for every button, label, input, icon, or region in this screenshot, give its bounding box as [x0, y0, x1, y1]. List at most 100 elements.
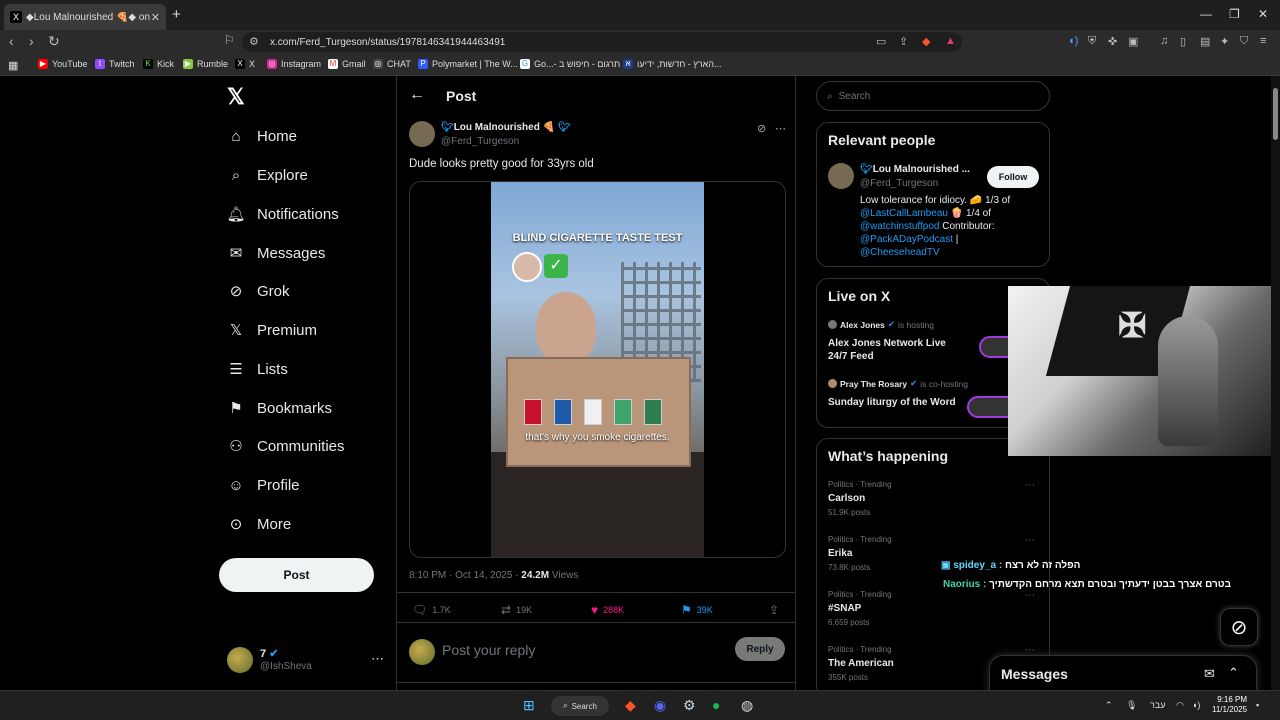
taskbar-clock[interactable]: 9:16 PM 11/1/2025	[1212, 695, 1247, 715]
nav-home[interactable]: ⌂ Home	[227, 127, 297, 145]
restore-icon[interactable]: ❐	[1229, 7, 1240, 21]
trend-name[interactable]: The American	[828, 658, 894, 669]
bookmark-chat[interactable]: ◎ CHAT	[373, 59, 411, 69]
back-arrow-icon[interactable]: ←	[409, 86, 425, 104]
reply-action[interactable]: 🗨︎ 1.7K	[412, 603, 451, 617]
live-title[interactable]: Alex Jones Network Live 24/7 Feed	[828, 337, 968, 363]
more-dots-icon[interactable]: ⋯	[371, 651, 384, 667]
menu-icon[interactable]: ≡	[1260, 35, 1266, 47]
bookmark-action[interactable]: ⚑ 39K	[681, 603, 713, 617]
live-title[interactable]: Sunday liturgy of the Word	[828, 396, 968, 409]
browser-tab[interactable]: X ◆Lou Malnourished 🍕◆ on ✕	[4, 4, 166, 30]
mention-link[interactable]: @watchinstuffpod	[860, 221, 939, 232]
bookmark-google-translate[interactable]: G Go...- תרגום - חיפוש ב	[520, 59, 620, 69]
bookmark-kick[interactable]: K Kick	[143, 59, 174, 69]
mention-link[interactable]: @LastCallLambeau	[860, 208, 948, 219]
post-video[interactable]: BLIND CIGARETTE TASTE TEST ✓ that's why …	[409, 181, 786, 558]
trend-name[interactable]: Carlson	[828, 493, 865, 504]
media-icon[interactable]: ♫	[1160, 35, 1168, 47]
wifi-icon[interactable]: ◠	[1176, 700, 1184, 711]
repost-action[interactable]: ⇄ 19K	[501, 603, 532, 617]
minimize-icon[interactable]: —	[1200, 7, 1212, 21]
spotify-icon[interactable]: ●	[712, 697, 720, 713]
brave-rewards-icon[interactable]: ▲	[945, 35, 956, 47]
url-field[interactable]: x.com/Ferd_Turgeson/status/1978146341944…	[242, 32, 962, 52]
mention-link[interactable]: @CheeseheadTV	[860, 247, 940, 258]
reply-button[interactable]: Reply	[735, 637, 785, 661]
audio-icon[interactable]: ◖)	[1068, 35, 1078, 47]
trend-name[interactable]: #SNAP	[828, 603, 861, 614]
bookmark-gmail[interactable]: M Gmail	[328, 59, 366, 69]
bookmark-instagram[interactable]: ◎ Instagram	[267, 59, 321, 69]
avatar[interactable]	[828, 163, 854, 189]
nav-grok[interactable]: ⊘ Grok	[227, 282, 290, 301]
bookmark-youtube[interactable]: ▶ YouTube	[38, 59, 87, 69]
nav-more[interactable]: ⊙ More	[227, 515, 291, 534]
more-dots-icon[interactable]: ⋯	[775, 122, 786, 135]
apps-grid-icon[interactable]: ▦	[8, 59, 18, 72]
scrollbar-thumb[interactable]	[1273, 88, 1278, 140]
windows-start-icon[interactable]: ⊞	[523, 697, 535, 714]
expand-chevron-icon[interactable]: ⌃	[1228, 665, 1239, 681]
reply-input[interactable]: Post your reply	[442, 642, 535, 658]
extensions-icon[interactable]: ✜	[1108, 35, 1117, 48]
site-info-icon[interactable]: ⚙	[249, 35, 259, 48]
search-input[interactable]: ⌕ Search	[816, 81, 1050, 111]
reload-icon[interactable]: ↻	[48, 33, 60, 50]
steam-icon[interactable]: ⚙	[683, 697, 696, 714]
forward-icon[interactable]: ›	[29, 33, 34, 49]
video-frame[interactable]: BLIND CIGARETTE TASTE TEST ✓ that's why …	[491, 182, 704, 557]
nav-lists[interactable]: ☰ Lists	[227, 360, 288, 379]
messages-drawer[interactable]: Messages ✉ ⌃	[989, 655, 1257, 690]
author-name[interactable]: 🐦︎Lou Malnourished 🍕 🐦︎	[441, 122, 571, 133]
screenshot-icon[interactable]: ▣	[1128, 35, 1138, 48]
tray-chevron-icon[interactable]: ⌃	[1105, 700, 1113, 711]
new-message-icon[interactable]: ✉	[1204, 666, 1215, 682]
like-action[interactable]: ♥ 288K	[591, 603, 624, 617]
follow-button[interactable]: Follow	[987, 166, 1039, 188]
taskbar-search[interactable]: ⌕ Search	[551, 696, 609, 716]
x-logo-icon[interactable]: 𝕏	[227, 84, 245, 110]
back-icon[interactable]: ‹	[9, 33, 14, 49]
grok-floating-button[interactable]: ⊘	[1220, 608, 1258, 646]
trend-name[interactable]: Erika	[828, 548, 852, 559]
post-button[interactable]: Post	[219, 558, 374, 592]
brave-shield-icon[interactable]: ◆	[922, 35, 930, 48]
sidebar-icon[interactable]: ▯	[1180, 35, 1186, 48]
bookmark-haaretz[interactable]: א הארץ - חדשות, ידיעו...	[623, 59, 722, 69]
nav-notifications[interactable]: 🔔︎ Notifications	[226, 205, 338, 224]
wallet-icon[interactable]: ▤	[1200, 35, 1210, 48]
mention-link[interactable]: @PackADayPodcast	[860, 234, 953, 245]
bookmark-polymarket[interactable]: P Polymarket | The W...	[418, 59, 518, 69]
nav-profile[interactable]: ☺ Profile	[227, 476, 299, 494]
account-switcher[interactable]: 7 ✔ @IshSheva ⋯	[227, 644, 387, 680]
author-avatar[interactable]	[409, 121, 435, 147]
notification-icon[interactable]: ▪	[1256, 700, 1259, 710]
nav-premium[interactable]: 𝕏 Premium	[227, 321, 317, 340]
microphone-icon[interactable]: 🎙︎	[1126, 700, 1137, 711]
cast-icon[interactable]: ▭	[876, 35, 886, 48]
bookmark-page-icon[interactable]: ⚐	[224, 33, 235, 47]
close-tab-icon[interactable]: ✕	[151, 11, 160, 24]
shield-icon[interactable]: ⛉	[1240, 35, 1248, 48]
nav-bookmarks[interactable]: ⚑ Bookmarks	[227, 399, 332, 418]
share-icon[interactable]: ⇪	[899, 35, 908, 48]
more-dots-icon[interactable]: ⋯	[1025, 480, 1035, 491]
nav-explore[interactable]: ⌕ Explore	[227, 166, 308, 184]
volume-icon[interactable]: ◖)	[1192, 700, 1200, 710]
nav-communities[interactable]: ⚇ Communities	[227, 437, 344, 456]
grok-explain-icon[interactable]: ⊘	[757, 122, 766, 135]
share-action[interactable]: ⇪	[769, 603, 779, 617]
more-dots-icon[interactable]: ⋯	[1025, 590, 1035, 601]
close-window-icon[interactable]: ✕	[1258, 7, 1268, 21]
person-handle[interactable]: @Ferd_Turgeson	[860, 178, 938, 189]
leo-ai-icon[interactable]: ✦	[1220, 35, 1229, 48]
discord-icon[interactable]: ◉	[654, 697, 666, 714]
brave-browser-icon[interactable]: ◆	[625, 697, 636, 714]
new-tab-icon[interactable]: +	[172, 6, 181, 23]
language-indicator[interactable]: עבר	[1150, 700, 1165, 710]
scrollbar[interactable]	[1271, 76, 1280, 690]
bookmark-x[interactable]: XX	[235, 59, 255, 69]
bookmark-rumble[interactable]: ▶ Rumble	[183, 59, 228, 69]
author-handle[interactable]: @Ferd_Turgeson	[441, 136, 519, 147]
